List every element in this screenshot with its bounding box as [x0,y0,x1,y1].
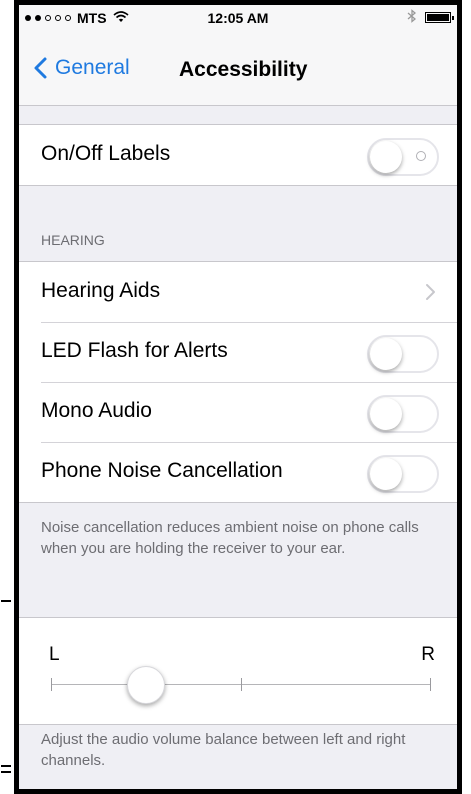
settings-row-led-flash: LED Flash for Alerts [19,322,457,382]
balance-footnote: Adjust the audio volume balance between … [41,731,406,769]
page-title: Accessibility [179,58,308,81]
row-label: Mono Audio [41,399,152,422]
slider-tick [241,678,242,691]
switch-knob [370,141,402,173]
frame-mark [1,765,11,767]
settings-row-mono-audio: Mono Audio [19,382,457,442]
balance-group: L R [19,617,457,725]
slider-tick [51,678,52,691]
balance-slider-thumb[interactable] [127,666,165,704]
bluetooth-icon [407,9,417,26]
back-label: General [55,56,130,79]
settings-row-phone-noise-cancellation: Phone Noise Cancellation [19,442,457,502]
switch-knob [370,398,402,430]
row-label: Hearing Aids [41,279,161,302]
switch-knob [370,338,402,370]
frame-mark [1,600,11,602]
back-button[interactable]: General [29,56,130,80]
settings-group-hearing: Hearing Aids LED Flash for Alerts Mono A… [19,261,457,503]
balance-slider-track[interactable] [51,678,431,691]
phone-noise-cancellation-switch[interactable] [367,455,439,493]
status-bar: MTS 12:05 AM [19,5,457,29]
row-label: LED Flash for Alerts [41,339,228,362]
slider-tick [430,678,431,691]
balance-left-label: L [49,644,60,665]
off-label-icon [416,151,426,161]
row-label: Phone Noise Cancellation [41,459,283,482]
phone-screen: MTS 12:05 AM General Accessibility On/Of… [14,0,462,794]
switch-knob [370,458,402,490]
settings-row-onoff-labels: On/Off Labels [19,125,457,185]
hearing-footnote: Noise cancellation reduces ambient noise… [41,519,419,557]
settings-row-hearing-aids[interactable]: Hearing Aids [19,262,457,322]
mono-audio-switch[interactable] [367,395,439,433]
status-time: 12:05 AM [207,10,269,26]
outer-frame-marks [0,0,14,794]
section-header-hearing: HEARING [41,232,105,248]
settings-group-top: On/Off Labels [19,124,457,186]
navigation-bar: General Accessibility [19,29,457,106]
frame-mark [1,771,11,773]
balance-right-label: R [421,644,435,665]
row-label: On/Off Labels [41,142,171,165]
battery-icon [425,12,454,23]
onoff-labels-switch[interactable] [367,138,439,176]
chevron-left-icon [34,57,47,79]
chevron-right-icon [426,284,435,300]
led-flash-switch[interactable] [367,335,439,373]
